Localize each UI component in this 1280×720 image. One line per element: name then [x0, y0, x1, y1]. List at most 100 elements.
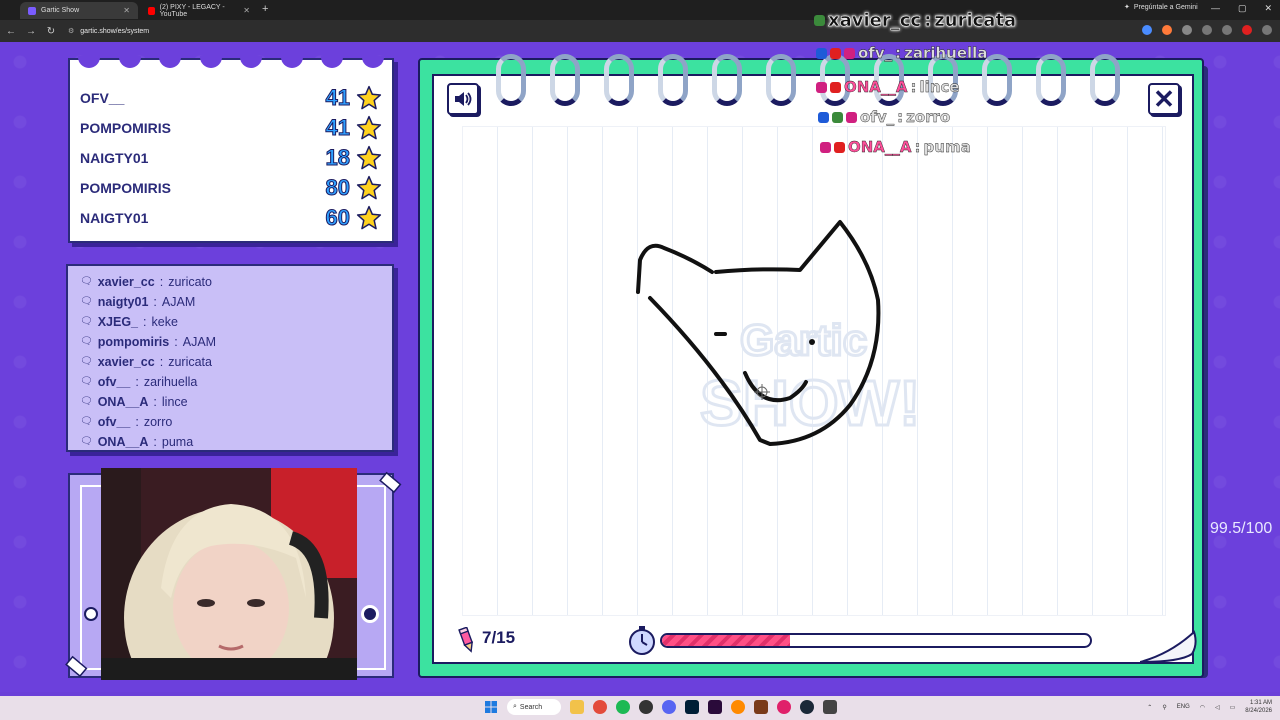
- chevron-up-icon[interactable]: ⌃: [1147, 704, 1152, 711]
- chat-bubble-icon: 🗨: [80, 436, 93, 447]
- tab-close-icon[interactable]: ✕: [243, 6, 250, 15]
- overlay-user: ofv_: [858, 44, 893, 62]
- url-field[interactable]: ⚙ gartic.show/es/system: [68, 27, 149, 36]
- spotify-icon[interactable]: [616, 700, 630, 714]
- star-icon: [356, 85, 382, 110]
- wifi-icon[interactable]: ◠: [1200, 704, 1205, 711]
- address-bar: ← → ↻ ⚙ gartic.show/es/system: [0, 20, 1280, 42]
- overlay-text: zorro: [906, 108, 951, 126]
- score-row: POMPOMIRIS 41: [80, 114, 382, 142]
- app-icon[interactable]: [754, 700, 768, 714]
- badge-icon: [832, 111, 843, 123]
- chat-bubble-icon: 🗨: [80, 316, 93, 327]
- youtube-favicon-icon: [148, 6, 155, 15]
- overlay-message: xavier_cc: zuricata: [814, 10, 1016, 31]
- app-icon[interactable]: [731, 700, 745, 714]
- color-picker-button[interactable]: [361, 605, 379, 623]
- spiral-ring: [658, 54, 688, 106]
- maximize-icon[interactable]: ▢: [1238, 3, 1247, 14]
- game-chat[interactable]: 🗨 xavier_cc: zuricato 🗨 naigty01: AJAM 🗨 XJEG…: [66, 264, 394, 452]
- photoshop-icon[interactable]: [685, 700, 699, 714]
- chat-user: xavier_cc: [97, 275, 155, 289]
- webcam-feed: [101, 468, 357, 680]
- clock[interactable]: 1:31 AM 8/24/2026: [1245, 699, 1272, 715]
- tab-gartic[interactable]: Gartic Show ✕: [20, 2, 138, 19]
- system-tray: ⌃ ⚲ ENG ◠ ◁ ▭ 1:31 AM 8/24/2026: [1147, 699, 1272, 715]
- chat-user: ofv__: [97, 375, 131, 389]
- close-window-icon[interactable]: ✕: [1264, 3, 1272, 14]
- overlay-message: ONA__A: lince: [816, 78, 960, 96]
- bluetooth-icon[interactable]: ⚲: [1162, 704, 1166, 711]
- browser-toolbar: [1142, 25, 1272, 35]
- overlay-text: zuricata: [934, 10, 1017, 32]
- badge-icon: [816, 81, 827, 93]
- chat-bubble-icon: 🗨: [80, 296, 93, 307]
- badge-icon: [814, 15, 825, 26]
- chat-message: 🗨 ONA__A: puma: [80, 432, 380, 450]
- chat-message: 🗨 ofv__: zorro: [80, 412, 380, 432]
- score-row: OFV__ 41: [80, 84, 382, 112]
- chat-user: pompomiris: [97, 335, 170, 349]
- chat-message: 🗨 pompomiris: AJAM: [80, 332, 380, 352]
- player-name: OFV__: [80, 90, 125, 106]
- language-indicator[interactable]: ENG: [1177, 704, 1190, 710]
- tape-icon: [379, 471, 402, 494]
- player-name: POMPOMIRIS: [80, 120, 172, 136]
- app-icon[interactable]: [823, 700, 837, 714]
- forward-icon[interactable]: →: [22, 26, 40, 37]
- profile-avatar[interactable]: [1242, 25, 1252, 35]
- chat-message: 🗨 XJEG_: keke: [80, 312, 380, 332]
- overlay-user: ONA__A: [848, 138, 912, 156]
- history-icon[interactable]: [1202, 25, 1212, 35]
- app-icon[interactable]: [777, 700, 791, 714]
- extension-icon[interactable]: [1142, 25, 1152, 35]
- chat-user: ONA__A: [97, 435, 149, 449]
- taskbar-search[interactable]: ⌕ Search: [507, 699, 561, 715]
- tab-youtube[interactable]: (2) PIXY - LEGACY - YouTube ✕: [140, 2, 258, 19]
- chat-bubble-icon: 🗨: [80, 276, 93, 287]
- back-icon[interactable]: ←: [2, 26, 20, 37]
- player-score: 80: [325, 175, 351, 201]
- app-icon[interactable]: [639, 700, 653, 714]
- clock-date: 8/24/2026: [1245, 708, 1272, 714]
- overlay-user: ofv_: [860, 108, 895, 126]
- score-row: POMPOMIRIS 80: [80, 174, 382, 202]
- extension-icon[interactable]: [1162, 25, 1172, 35]
- tape-icon: [65, 655, 88, 678]
- badge-icon: [834, 141, 845, 153]
- reload-icon[interactable]: ↻: [42, 26, 60, 37]
- spiral-ring: [1090, 54, 1120, 106]
- overlay-score: 99.5/100: [1210, 520, 1273, 537]
- tab-close-icon[interactable]: ✕: [123, 6, 130, 15]
- windows-start-icon[interactable]: [484, 700, 498, 714]
- new-tab-button[interactable]: +: [262, 3, 268, 15]
- downloads-icon[interactable]: [1222, 25, 1232, 35]
- badge-icon: [844, 47, 855, 59]
- pencil-icon: [458, 627, 474, 653]
- menu-icon[interactable]: [1262, 25, 1272, 35]
- file-explorer-icon[interactable]: [570, 700, 584, 714]
- gartic-favicon-icon: [28, 6, 36, 15]
- minimize-icon[interactable]: —: [1211, 3, 1220, 14]
- star-icon: [356, 175, 382, 200]
- chat-bubble-icon: 🗨: [80, 336, 93, 347]
- puzzle-icon[interactable]: [1182, 25, 1192, 35]
- steam-icon[interactable]: [800, 700, 814, 714]
- premiere-icon[interactable]: [708, 700, 722, 714]
- round-counter: 7/15: [482, 628, 516, 647]
- search-label: Search: [519, 703, 543, 711]
- chat-bubble-icon: 🗨: [80, 396, 93, 407]
- site-info-icon[interactable]: ⚙: [68, 27, 74, 35]
- sound-button[interactable]: [447, 83, 479, 115]
- volume-icon[interactable]: ◁: [1215, 704, 1220, 711]
- close-button[interactable]: ✕: [1148, 83, 1180, 115]
- brush-size-button[interactable]: [84, 607, 98, 621]
- gemini-button[interactable]: ✦ Pregúntale a Gemini: [1124, 3, 1198, 12]
- battery-icon[interactable]: ▭: [1230, 704, 1236, 711]
- overlay-text: lince: [919, 78, 960, 96]
- chrome-icon[interactable]: [593, 700, 607, 714]
- chat-message: 🗨 naigty01: AJAM: [80, 292, 380, 312]
- close-icon: ✕: [1153, 83, 1175, 114]
- discord-icon[interactable]: [662, 700, 676, 714]
- player-score: 41: [325, 85, 351, 111]
